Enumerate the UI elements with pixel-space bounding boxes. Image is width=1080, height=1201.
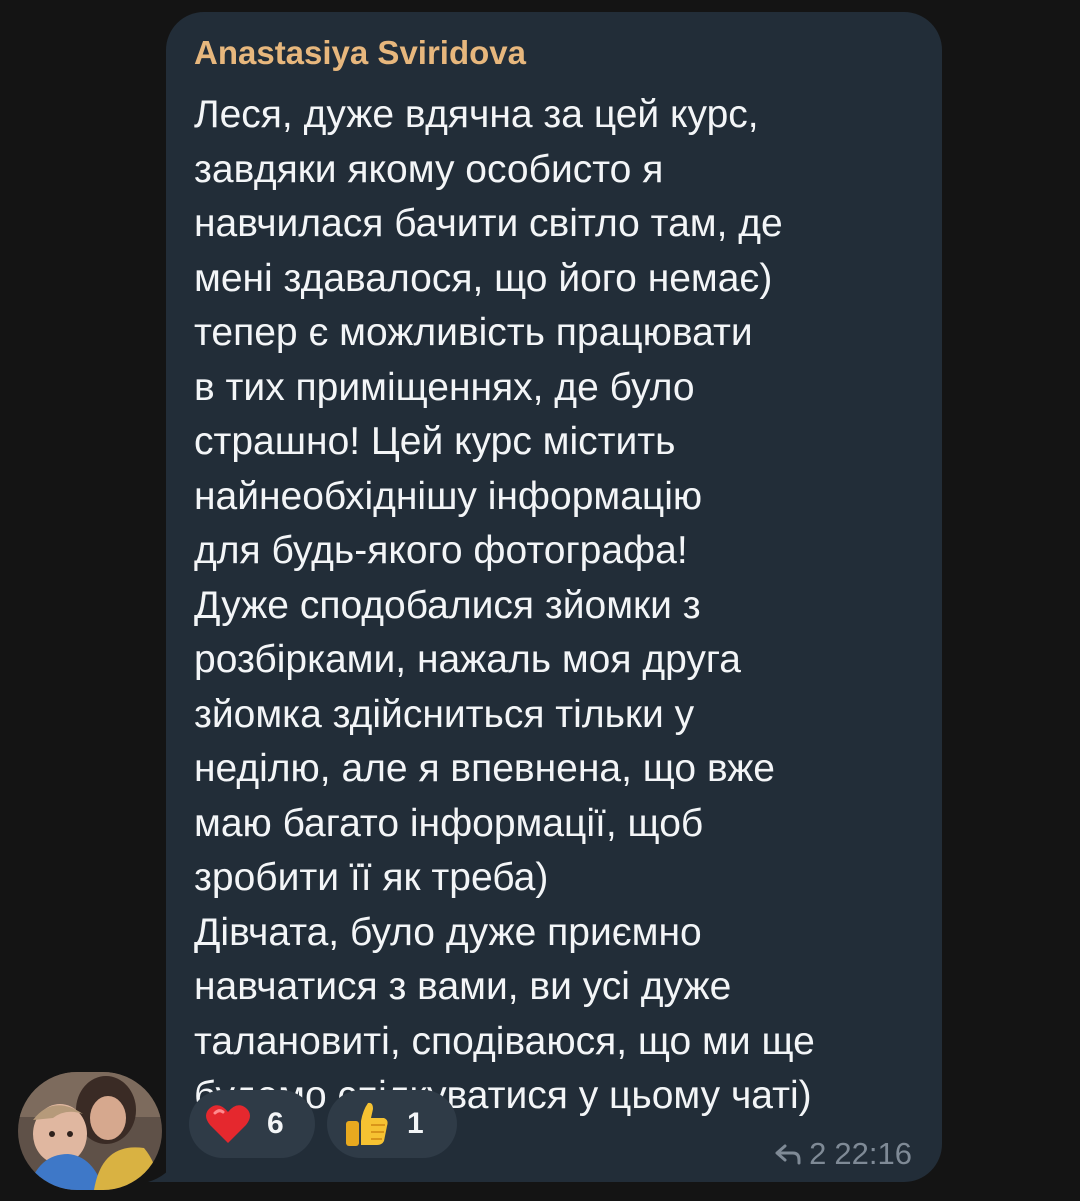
message-line: Леся, дуже вдячна за цей курс, [194,93,759,136]
message-line: навчилася бачити світло там, де [194,202,783,245]
reply-count[interactable]: 2 [809,1136,826,1172]
message-line: талановиті, сподіваюся, що ми ще [194,1019,815,1063]
message-line: маю багато інформації, щоб [194,801,704,845]
sender-avatar[interactable] [18,1072,162,1190]
message-line: страшно! Цей курс містить [194,420,676,463]
message-line: мені здавалося, що його немає) [194,256,773,300]
message-time: 22:16 [834,1136,912,1171]
message-line: найнеобхіднішу інформацію [194,474,703,518]
message-line: неділю, але я впевнена, що вже [194,747,776,790]
reaction-thumbs-up-count: 1 [407,1107,424,1140]
message-meta: 2 22:16 [775,1136,912,1172]
thumbs-up-icon [346,1102,388,1146]
reactions-bar: 6 1 [189,1090,457,1158]
message-line: в тих приміщеннях, де було [194,365,695,409]
message-text: Леся, дуже вдячна за цей курс, завдяки я… [194,88,924,1124]
reaction-heart-count: 6 [267,1107,284,1140]
message-line: зйомка здійсниться тільки у [194,692,695,736]
message-line: розбірками, нажаль моя друга [194,638,741,681]
sender-name[interactable]: Anastasiya Sviridova [194,34,526,72]
message-line: Дуже сподобалися зйомки з [194,583,701,627]
reaction-heart[interactable]: 6 [189,1090,315,1158]
message-line: навчатися з вами, ви усі дуже [194,965,732,1008]
reaction-thumbs-up[interactable]: 1 [327,1090,457,1158]
bubble-tail [148,1158,178,1182]
message-line: завдяки якому особисто я [194,147,664,191]
message-line: тепер є можливість працювати [194,311,753,354]
red-heart-icon [206,1105,250,1143]
message-line: зробити її як треба) [194,856,549,899]
message-line: Дівчата, було дуже приємно [194,910,702,954]
reply-arrow-icon[interactable] [775,1143,801,1165]
message-line: для будь-якого фотографа! [194,529,688,572]
